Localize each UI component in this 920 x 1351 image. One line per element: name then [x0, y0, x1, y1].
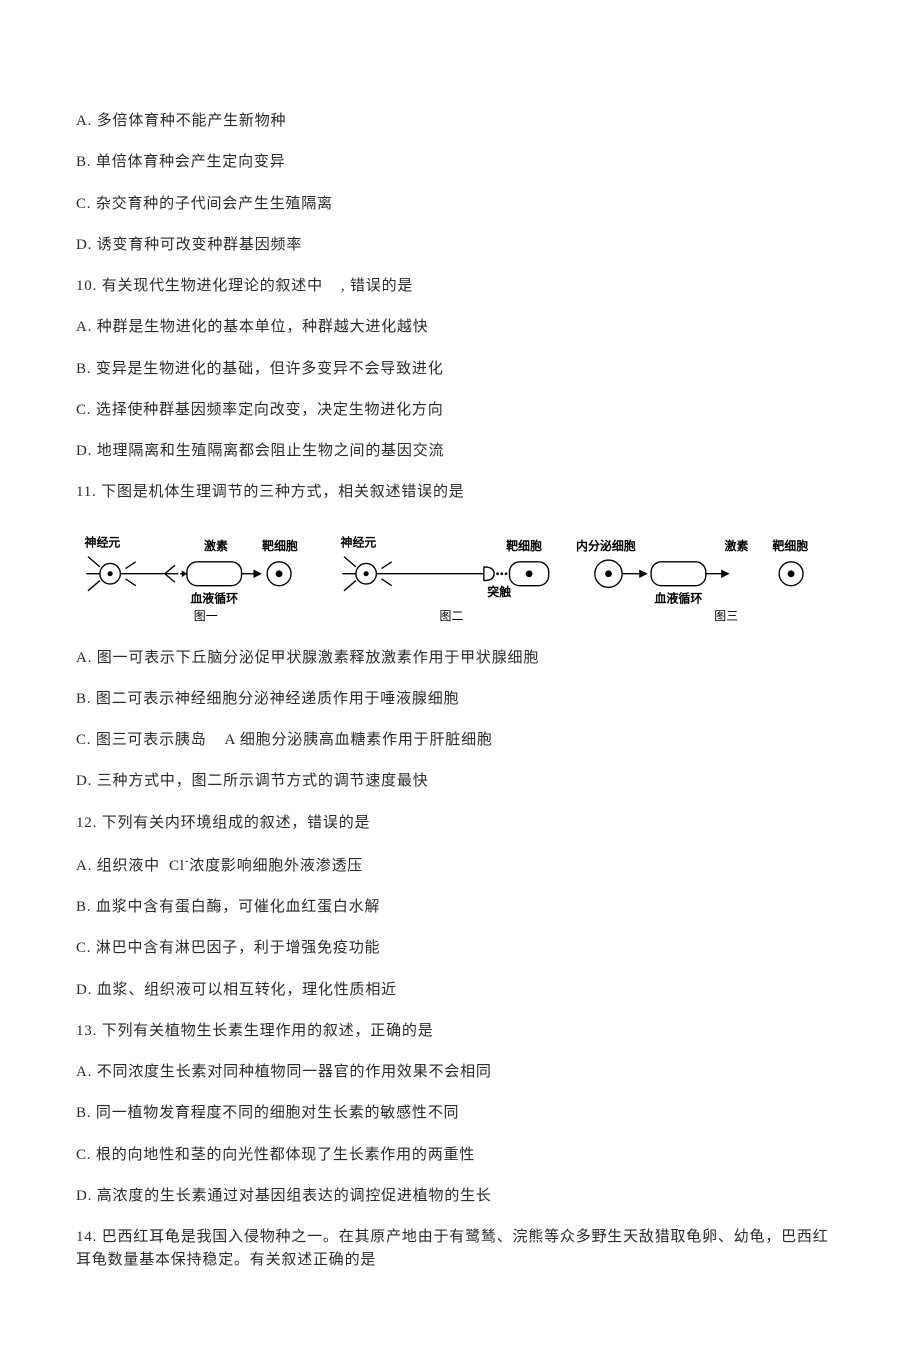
- q11-c-part2: A 细胞分泌胰高血糖素作用于肝脏细胞: [225, 732, 493, 748]
- q11-stem: 11. 下图是机体生理调节的三种方式，相关叙述错误的是: [76, 481, 844, 504]
- q13-option-d: D. 高浓度的生长素通过对基因组表达的调控促进植物的生长: [76, 1185, 844, 1208]
- q13-option-a: A. 不同浓度生长素对同种植物同一器官的作用效果不会相同: [76, 1061, 844, 1084]
- q11-option-b: B. 图二可表示神经细胞分泌神经递质作用于唾液腺细胞: [76, 688, 844, 711]
- q12-option-c: C. 淋巴中含有淋巴因子，利于增强免疫功能: [76, 937, 844, 960]
- q11-c-part1: C. 图三可表示胰岛: [76, 732, 207, 748]
- q11-option-c: C. 图三可表示胰岛 A 细胞分泌胰高血糖素作用于肝脏细胞: [76, 729, 844, 752]
- fig2-neuron-label: 神经元: [341, 534, 377, 549]
- fig2-caption: 图二: [440, 608, 464, 622]
- fig3-hormone-label: 激素: [725, 537, 749, 552]
- q10-stem-a: 10. 有关现代生物进化理论的叙述中: [76, 278, 323, 294]
- q13-option-b: B. 同一植物发育程度不同的细胞对生长素的敏感性不同: [76, 1102, 844, 1125]
- fig1-blood-label: 血液循环: [190, 590, 238, 605]
- q12-option-b: B. 血浆中含有蛋白酶，可催化血红蛋白水解: [76, 896, 844, 919]
- q9-option-b: B. 单倍体育种会产生定向变异: [76, 151, 844, 174]
- q11-figure: .lbl { font-family: "SimHei","黑体",sans-s…: [76, 523, 844, 633]
- fig2-synapse-label: 突触: [487, 583, 511, 598]
- q12-stem: 12. 下列有关内环境组成的叙述，错误的是: [76, 812, 844, 835]
- q13-option-c: C. 根的向地性和茎的向光性都体现了生长素作用的两重性: [76, 1144, 844, 1167]
- q13-stem: 13. 下列有关植物生长素生理作用的叙述，正确的是: [76, 1020, 844, 1043]
- q11-figure-svg: .lbl { font-family: "SimHei","黑体",sans-s…: [76, 523, 844, 633]
- fig3-blood-label: 血液循环: [655, 590, 703, 605]
- q9-option-c: C. 杂交育种的子代间会产生生殖隔离: [76, 193, 844, 216]
- q9-option-a: A. 多倍体育种不能产生新物种: [76, 110, 844, 133]
- q14-stem: 14. 巴西红耳龟是我国入侵物种之一。在其原产地由于有鹭鸶、浣熊等众多野生天敌猎…: [76, 1226, 844, 1273]
- fig3-caption: 图三: [714, 608, 738, 622]
- q10-option-d: D. 地理隔离和生殖隔离都会阻止生物之间的基因交流: [76, 440, 844, 463]
- exam-page: A. 多倍体育种不能产生新物种 B. 单倍体育种会产生定向变异 C. 杂交育种的…: [0, 0, 920, 1351]
- fig1-hormone-label: 激素: [204, 537, 228, 552]
- q10-option-a: A. 种群是生物进化的基本单位，种群越大进化越快: [76, 316, 844, 339]
- q12-option-a: A. 组织液中 Cl-浓度影响细胞外液渗透压: [76, 853, 844, 878]
- fig3-target-label: 靶细胞: [772, 537, 808, 552]
- q9-option-d: D. 诱变育种可改变种群基因频率: [76, 234, 844, 257]
- q12-option-d: D. 血浆、组织液可以相互转化，理化性质相近: [76, 979, 844, 1002]
- q11-option-d: D. 三种方式中，图二所示调节方式的调节速度最快: [76, 770, 844, 793]
- q11-option-a: A. 图一可表示下丘脑分泌促甲状腺激素释放激素作用于甲状腺细胞: [76, 647, 844, 670]
- fig2-target-label: 靶细胞: [506, 537, 542, 552]
- fig3-endocrine-label: 内分泌细胞: [576, 537, 636, 552]
- q12-a-part2: 浓度影响细胞外液渗透压: [189, 858, 363, 874]
- fig1-neuron-label: 神经元: [85, 534, 121, 549]
- fig1-caption: 图一: [194, 608, 218, 622]
- q10-stem: 10. 有关现代生物进化理论的叙述中 , 错误的是: [76, 275, 844, 298]
- fig1-target-label: 靶细胞: [262, 537, 298, 552]
- q12-a-cl: Cl: [169, 858, 185, 874]
- q10-option-b: B. 变异是生物进化的基础，但许多变异不会导致进化: [76, 358, 844, 381]
- q10-option-c: C. 选择使种群基因频率定向改变，决定生物进化方向: [76, 399, 844, 422]
- q10-stem-b: , 错误的是: [341, 278, 413, 294]
- q12-a-part1: A. 组织液中: [76, 858, 160, 874]
